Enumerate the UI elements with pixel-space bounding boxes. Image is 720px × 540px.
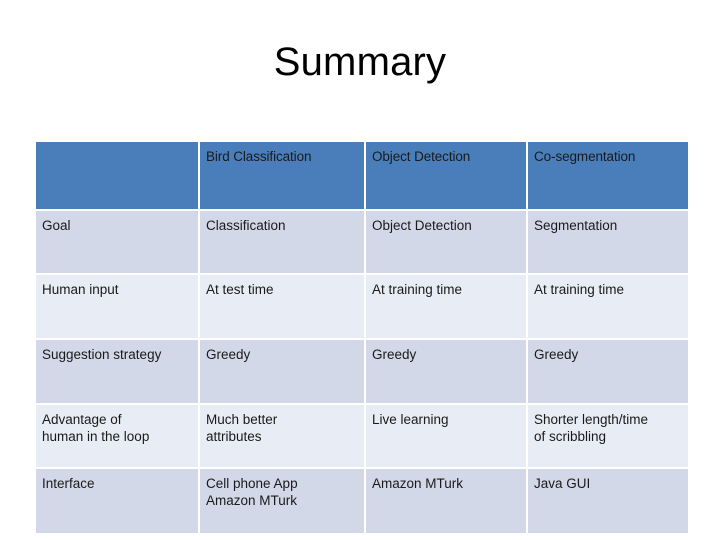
row-label-line: Advantage of: [42, 412, 122, 427]
cell-human-input-object-detection: At training time: [366, 275, 526, 338]
table-row: Advantage of human in the loop Much bett…: [36, 405, 688, 467]
cell-line: of scribbling: [534, 429, 607, 444]
cell-line: Java GUI: [534, 476, 591, 491]
page-title: Summary: [273, 40, 447, 84]
row-label-suggestion-strategy: Suggestion strategy: [36, 340, 198, 403]
row-label-interface: Interface: [36, 469, 198, 533]
table-row: Human input At test time At training tim…: [36, 275, 688, 338]
cell-goal-object-detection: Object Detection: [366, 211, 526, 273]
cell-advantage-co-segmentation: Shorter length/time of scribbling: [528, 405, 688, 467]
row-label-advantage-of-human-in-the-loop: Advantage of human in the loop: [36, 405, 198, 467]
table-header-cell-object-detection: Object Detection: [366, 142, 526, 209]
cell-interface-bird-classification: Cell phone App Amazon MTurk: [200, 469, 364, 533]
table-row: Interface Cell phone App Amazon MTurk Am…: [36, 469, 688, 533]
table-header-cell-bird-classification: Bird Classification: [200, 142, 364, 209]
cell-suggestion-strategy-co-segmentation: Greedy: [528, 340, 688, 403]
table-row: Goal Classification Object Detection Seg…: [36, 211, 688, 273]
table-header-cell-co-segmentation: Co-segmentation: [528, 142, 688, 209]
cell-line: Cell phone App: [206, 476, 298, 491]
cell-goal-bird-classification: Classification: [200, 211, 364, 273]
cell-line: attributes: [206, 429, 262, 444]
table-header-cell-corner: [36, 142, 198, 209]
cell-line: Live learning: [372, 412, 449, 427]
cell-suggestion-strategy-object-detection: Greedy: [366, 340, 526, 403]
cell-goal-co-segmentation: Segmentation: [528, 211, 688, 273]
summary-table: Bird Classification Object Detection Co-…: [34, 140, 690, 535]
row-label-goal: Goal: [36, 211, 198, 273]
cell-interface-object-detection: Amazon MTurk: [366, 469, 526, 533]
row-label-human-input: Human input: [36, 275, 198, 338]
cell-advantage-bird-classification: Much better attributes: [200, 405, 364, 467]
cell-line: Shorter length/time: [534, 412, 649, 427]
row-label-line: human in the loop: [42, 429, 150, 444]
table-header: Bird Classification Object Detection Co-…: [36, 142, 688, 209]
cell-human-input-bird-classification: At test time: [200, 275, 364, 338]
table-body: Goal Classification Object Detection Seg…: [36, 211, 688, 533]
cell-line: Amazon MTurk: [372, 476, 464, 491]
cell-human-input-co-segmentation: At training time: [528, 275, 688, 338]
cell-interface-co-segmentation: Java GUI: [528, 469, 688, 533]
cell-line: Much better: [206, 412, 278, 427]
cell-suggestion-strategy-bird-classification: Greedy: [200, 340, 364, 403]
cell-line: Amazon MTurk: [206, 493, 298, 508]
table-row: Suggestion strategy Greedy Greedy Greedy: [36, 340, 688, 403]
summary-table-container: Bird Classification Object Detection Co-…: [36, 142, 688, 533]
slide-canvas: Summary Bird Classification Object Detec…: [0, 0, 720, 540]
table-header-row: Bird Classification Object Detection Co-…: [36, 142, 688, 209]
cell-advantage-object-detection: Live learning: [366, 405, 526, 467]
